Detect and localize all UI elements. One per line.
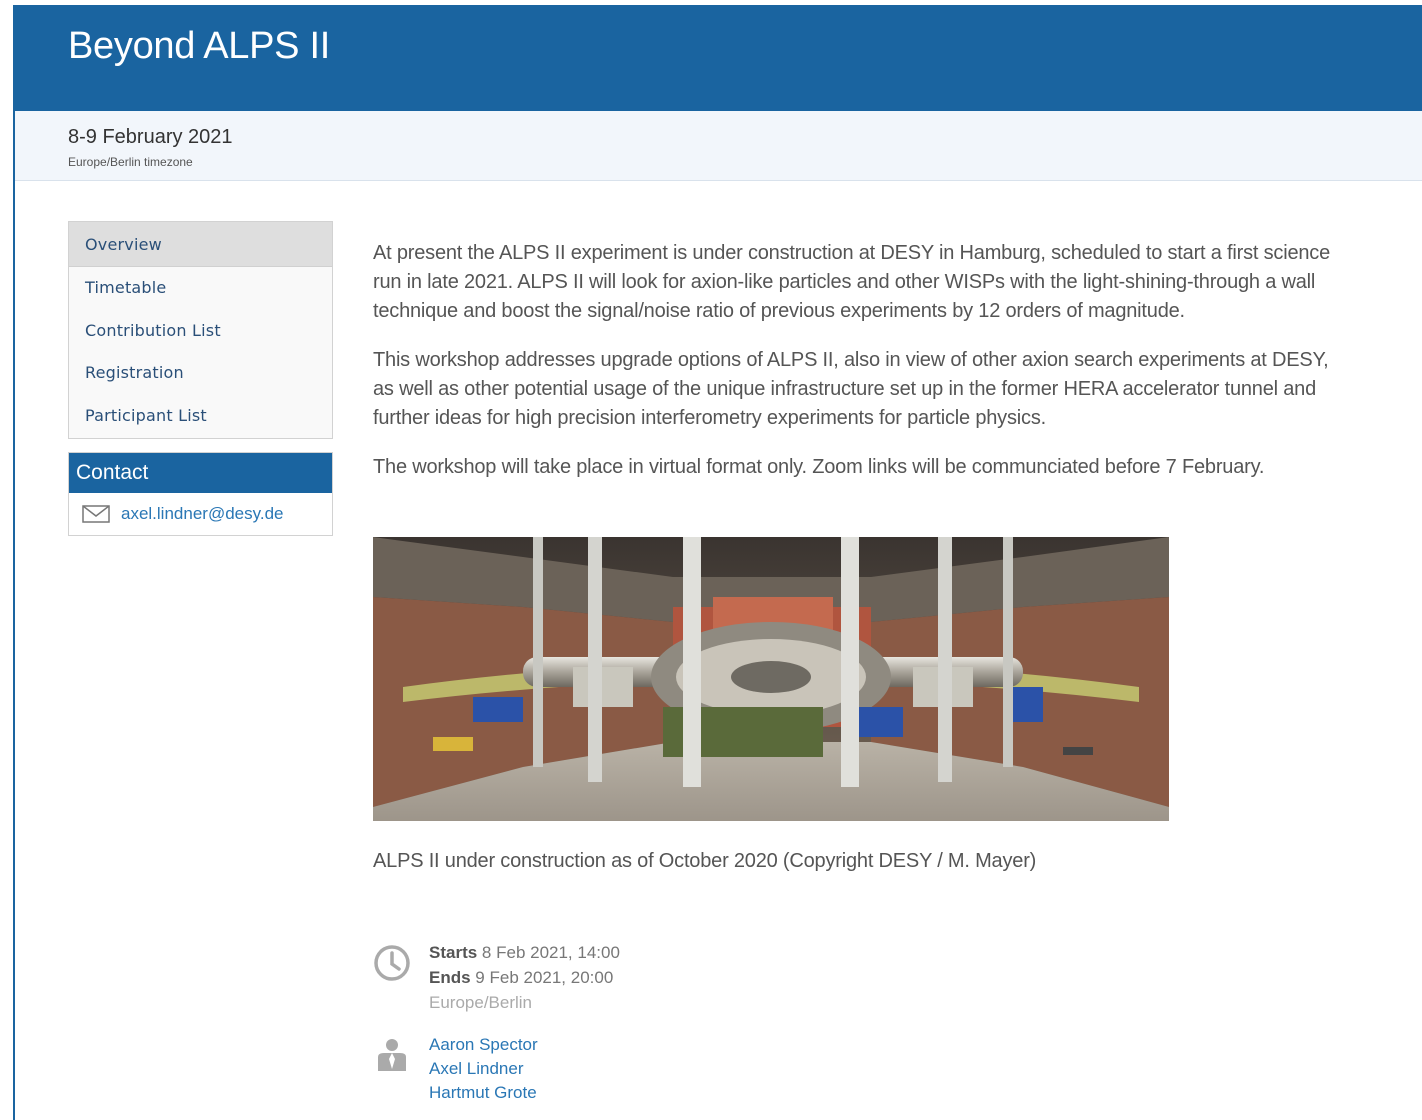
event-timezone: Europe/Berlin timezone <box>68 155 193 169</box>
description-paragraph: At present the ALPS II experiment is und… <box>373 242 1331 322</box>
contact-box: Contact axel.lindner@desy.de <box>68 452 333 536</box>
chairperson-link[interactable]: Aaron Spector <box>429 1033 729 1057</box>
page-frame: Beyond ALPS II 8-9 February 2021 Europe/… <box>13 5 1422 1120</box>
description-paragraph: This workshop addresses upgrade options … <box>373 349 1329 429</box>
starts-label: Starts <box>429 943 478 962</box>
contact-row: axel.lindner@desy.de <box>69 493 332 535</box>
event-header: Beyond ALPS II <box>15 7 1422 111</box>
clock-icon <box>374 945 410 981</box>
contact-heading: Contact <box>69 453 332 493</box>
event-subheader: 8-9 February 2021 Europe/Berlin timezone <box>15 111 1422 181</box>
end-time-line: Ends 9 Feb 2021, 20:00 <box>429 965 729 990</box>
event-menu: Overview Timetable Contribution List Reg… <box>68 221 333 439</box>
menu-item-timetable[interactable]: Timetable <box>69 267 332 310</box>
contact-email-link[interactable]: axel.lindner@desy.de <box>121 504 283 524</box>
end-datetime: 9 Feb 2021, 20:00 <box>475 968 614 987</box>
event-date: 8-9 February 2021 <box>68 126 233 148</box>
photo-caption: ALPS II under construction as of October… <box>373 850 1037 872</box>
menu-item-registration[interactable]: Registration <box>69 352 332 395</box>
start-time-line: Starts 8 Feb 2021, 14:00 <box>429 940 729 965</box>
start-datetime: 8 Feb 2021, 14:00 <box>481 943 620 962</box>
experiment-photo <box>373 537 1169 821</box>
chairperson-link[interactable]: Hartmut Grote <box>429 1081 729 1105</box>
menu-item-contribution-list[interactable]: Contribution List <box>69 310 332 353</box>
description-paragraph: The workshop will take place in virtual … <box>373 456 1265 478</box>
chairperson-list: Aaron Spector Axel Lindner Hartmut Grote <box>429 1033 729 1105</box>
person-icon <box>378 1039 406 1071</box>
schedule-timezone: Europe/Berlin <box>429 993 533 1012</box>
menu-item-overview[interactable]: Overview <box>69 222 332 267</box>
event-description: At present the ALPS II experiment is und… <box>373 239 1343 504</box>
ends-label: Ends <box>429 968 471 987</box>
menu-item-participant-list[interactable]: Participant List <box>69 395 332 438</box>
chairperson-link[interactable]: Axel Lindner <box>429 1057 729 1081</box>
envelope-icon <box>82 505 110 523</box>
event-title[interactable]: Beyond ALPS II <box>68 25 330 68</box>
schedule-text: Starts 8 Feb 2021, 14:00 Ends 9 Feb 2021… <box>429 940 729 1015</box>
